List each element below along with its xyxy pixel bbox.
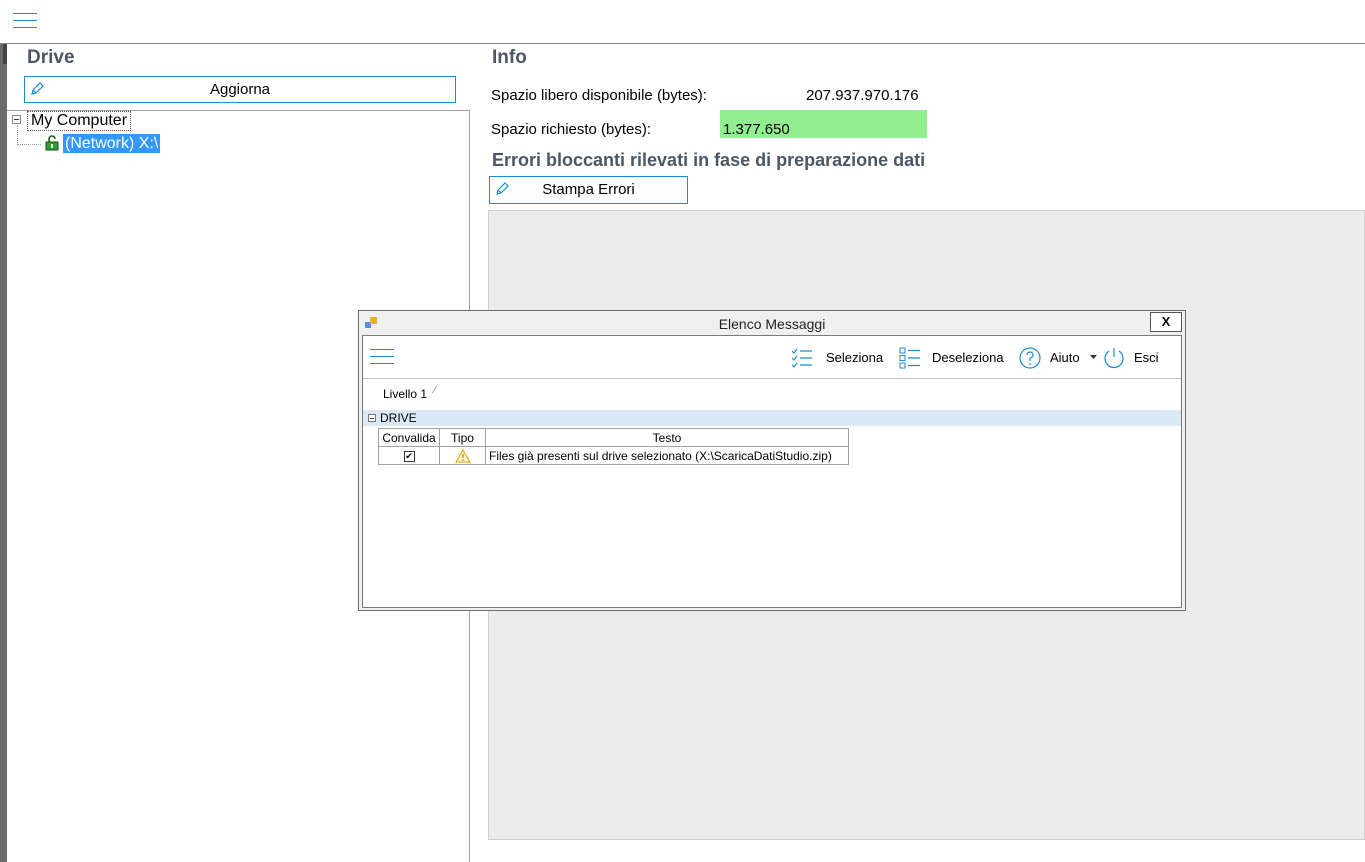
exit-button-label: Esci [1134,350,1159,365]
messages-table: Convalida Tipo Testo ✔ Files già present… [378,428,849,465]
print-errors-button-label: Stampa Errori [542,181,635,198]
level-label: Livello 1 [383,387,428,401]
dialog-hamburger-icon[interactable] [370,349,394,365]
tree-node-network-drive[interactable]: (Network) X:\ [63,134,161,153]
hamburger-menu-icon[interactable] [13,13,37,29]
help-button-label: Aiuto [1050,350,1080,365]
group-row-drive[interactable]: DRIVE [363,410,1181,426]
drive-heading: Drive [27,47,75,68]
column-header-testo[interactable]: Testo [485,428,849,447]
column-header-tipo[interactable]: Tipo [439,428,486,447]
unlocked-drive-icon [45,135,59,151]
tree-line [17,125,19,145]
dialog-toolbar: Seleziona Deseleziona Aiuto Esci [363,336,1181,379]
print-errors-button[interactable]: Stampa Errori [489,176,688,204]
close-button[interactable]: X [1150,312,1182,332]
validate-checkbox[interactable]: ✔ [403,450,415,462]
table-row[interactable]: ✔ Files già presenti sul drive seleziona… [378,446,849,465]
level-edit-icon[interactable]: ⁄ [434,385,436,396]
deselect-all-icon [899,347,920,369]
table-header-row: Convalida Tipo Testo [378,428,849,447]
refresh-button-label: Aggiorna [209,81,271,98]
group-collapse-toggle[interactable] [368,414,376,422]
splitter-handle[interactable] [3,44,7,64]
power-icon [1104,348,1124,369]
message-text-cell: Files già presenti sul drive selezionato… [485,446,849,465]
free-space-label: Spazio libero disponibile (bytes): [491,87,707,104]
validate-cell: ✔ [378,446,440,465]
tree-node-my-computer[interactable]: My Computer [27,111,132,131]
dialog-body: Seleziona Deseleziona Aiuto Esci Livello… [362,335,1182,608]
group-label: DRIVE [380,411,417,425]
warning-icon [454,448,471,463]
help-icon [1019,347,1041,369]
required-space-label: Spazio richiesto (bytes): [491,121,652,138]
required-space-value: 1.377.650 [723,121,790,138]
select-all-icon [791,348,812,368]
column-header-convalida[interactable]: Convalida [378,428,440,447]
deselect-button-label: Deseleziona [932,350,1004,365]
info-heading: Info [492,47,527,68]
collapse-toggle[interactable] [12,115,21,124]
select-button-label: Seleziona [826,350,884,365]
dropdown-arrow-icon[interactable] [1090,355,1097,360]
errors-heading: Errori bloccanti rilevati in fase di pre… [492,150,926,170]
top-bar [0,0,1365,44]
type-cell [439,446,486,465]
refresh-button[interactable]: Aggiorna [24,76,456,103]
required-space-highlight: 1.377.650 [720,110,927,138]
dialog-title: Elenco Messaggi [718,316,826,332]
left-edge-strip [0,44,7,862]
free-space-value: 207.937.970.176 [806,87,919,104]
tree-line [17,144,41,146]
messages-dialog: Elenco Messaggi X Seleziona Deseleziona … [358,310,1186,611]
